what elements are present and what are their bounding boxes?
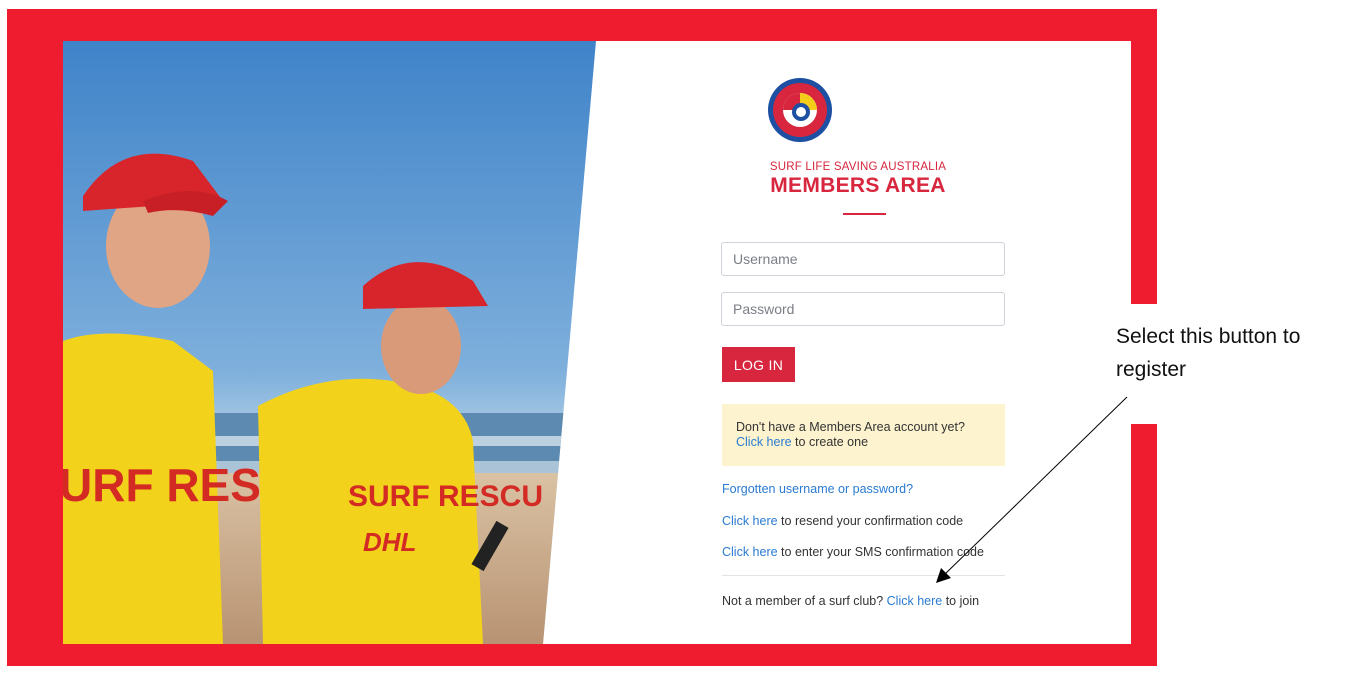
join-club-link[interactable]: Click here bbox=[887, 594, 943, 608]
register-notice-suffix: to create one bbox=[791, 435, 869, 449]
join-line: Not a member of a surf club? Click here … bbox=[722, 594, 979, 608]
register-notice-text: Don't have a Members Area account yet? bbox=[736, 420, 965, 434]
create-account-link[interactable]: Click here bbox=[736, 435, 792, 449]
surf-life-saving-logo-icon bbox=[768, 78, 832, 142]
org-name: SURF LIFE SAVING AUSTRALIA bbox=[769, 161, 947, 173]
join-suffix: to join bbox=[942, 594, 980, 608]
password-input[interactable] bbox=[721, 292, 1005, 326]
title-divider bbox=[843, 213, 886, 215]
resend-line: Click here to resend your confirmation c… bbox=[722, 514, 963, 528]
sms-text: to enter your SMS confirmation code bbox=[777, 545, 984, 559]
forgot-credentials-link[interactable]: Forgotten username or password? bbox=[722, 482, 913, 496]
register-notice: Don't have a Members Area account yet? C… bbox=[722, 404, 1005, 466]
resend-code-link[interactable]: Click here bbox=[722, 514, 778, 528]
page-title: MEMBERS AREA bbox=[770, 174, 946, 197]
lifesavers-photo: URF RESCU SURF RESCU DHL bbox=[63, 41, 596, 644]
divider bbox=[722, 575, 1005, 576]
resend-text: to resend your confirmation code bbox=[777, 514, 964, 528]
join-prefix: Not a member of a surf club? bbox=[722, 594, 887, 608]
sms-code-link[interactable]: Click here bbox=[722, 545, 778, 559]
login-button[interactable]: LOG IN bbox=[722, 347, 795, 382]
svg-text:DHL: DHL bbox=[363, 527, 416, 557]
username-input[interactable] bbox=[721, 242, 1005, 276]
forgot-line: Forgotten username or password? bbox=[722, 482, 913, 496]
annotation-callout: Select this button to register bbox=[1116, 325, 1301, 381]
sms-line: Click here to enter your SMS confirmatio… bbox=[722, 545, 984, 559]
photo-text-surf-rescue-2: SURF RESCU bbox=[348, 480, 543, 513]
